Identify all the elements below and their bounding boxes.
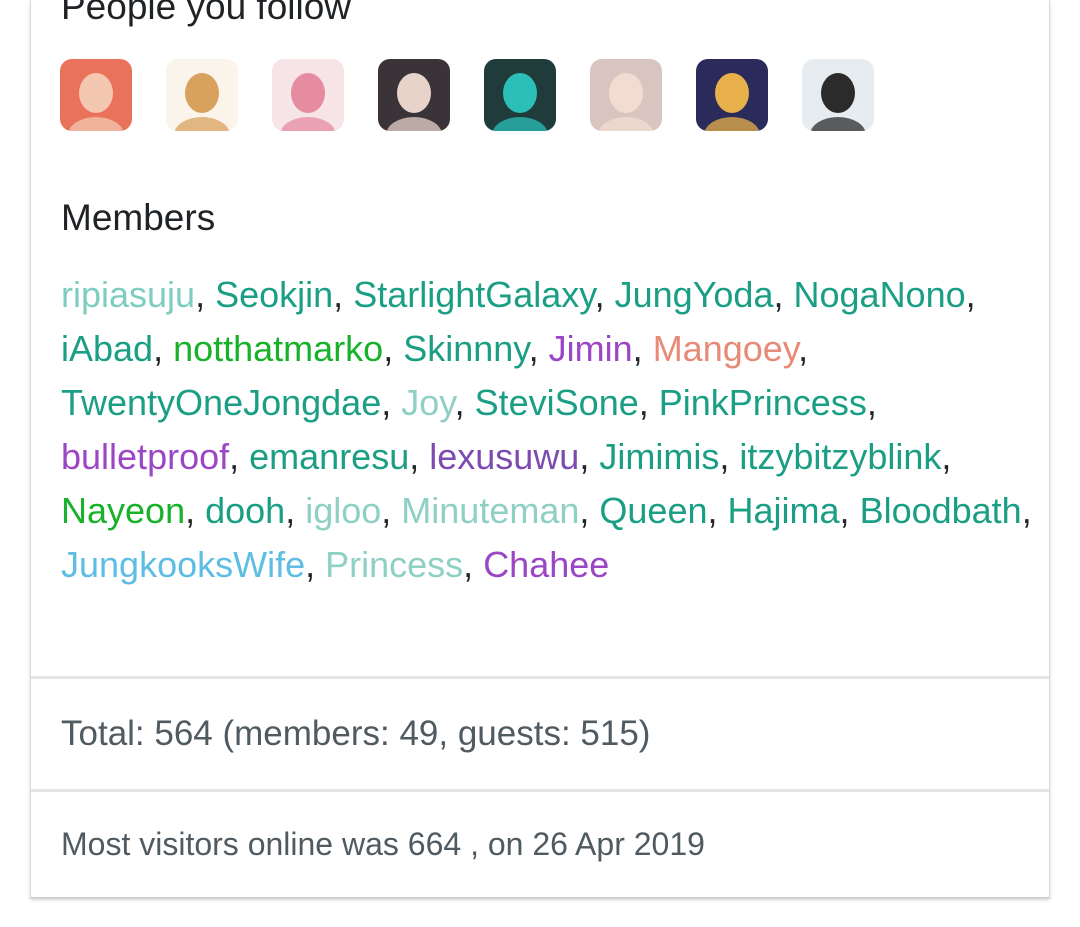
member-separator: , <box>333 274 354 315</box>
member-separator: , <box>638 382 659 423</box>
member-link[interactable]: SteviSone <box>475 382 639 423</box>
member-link[interactable]: Jimimis <box>599 436 719 477</box>
member-link[interactable]: Skinnny <box>403 328 528 369</box>
girl-portrait-avatar[interactable] <box>590 59 662 131</box>
member-link[interactable]: Joy <box>401 382 454 423</box>
member-link[interactable]: Bloodbath <box>860 490 1022 531</box>
red-haired-girl-avatar[interactable] <box>60 59 132 131</box>
member-separator: , <box>185 490 206 531</box>
member-link[interactable]: Queen <box>599 490 707 531</box>
member-separator: , <box>409 436 430 477</box>
members-list: ripiasuju, Seokjin, StarlightGalaxy, Jun… <box>61 268 1036 592</box>
member-separator: , <box>632 328 653 369</box>
member-link[interactable]: dooh <box>205 490 285 531</box>
member-separator: , <box>305 544 326 585</box>
member-separator: , <box>463 544 484 585</box>
divider <box>31 789 1049 792</box>
member-link[interactable]: ripiasuju <box>61 274 195 315</box>
member-separator: , <box>454 382 475 423</box>
member-separator: , <box>528 328 549 369</box>
member-separator: , <box>941 436 952 477</box>
member-separator: , <box>839 490 860 531</box>
member-link[interactable]: iAbad <box>61 328 153 369</box>
member-link[interactable]: itzybitzyblink <box>739 436 941 477</box>
member-link[interactable]: Minuteman <box>401 490 579 531</box>
member-separator: , <box>383 328 404 369</box>
member-separator: , <box>1021 490 1032 531</box>
member-separator: , <box>773 274 794 315</box>
member-separator: , <box>229 436 250 477</box>
member-separator: , <box>798 328 809 369</box>
member-separator: , <box>381 382 402 423</box>
member-separator: , <box>153 328 174 369</box>
member-link[interactable]: TwentyOneJongdae <box>61 382 381 423</box>
member-link[interactable]: JungkooksWife <box>61 544 305 585</box>
member-link[interactable]: igloo <box>305 490 381 531</box>
member-link[interactable]: notthatmarko <box>173 328 383 369</box>
teal-haired-boy-avatar[interactable] <box>484 59 556 131</box>
member-link[interactable]: emanresu <box>249 436 409 477</box>
member-link[interactable]: Princess <box>325 544 463 585</box>
online-users-card: People you follow Members ripiasuju, Seo… <box>30 0 1050 898</box>
member-separator: , <box>594 274 615 315</box>
dark-haired-girl-avatar[interactable] <box>378 59 450 131</box>
member-link[interactable]: StarlightGalaxy <box>353 274 594 315</box>
member-separator: , <box>381 490 402 531</box>
member-separator: , <box>866 382 877 423</box>
member-separator: , <box>707 490 728 531</box>
pink-lips-avatar[interactable] <box>272 59 344 131</box>
member-link[interactable]: Hajima <box>728 490 840 531</box>
member-separator: , <box>965 274 976 315</box>
member-separator: , <box>579 436 600 477</box>
member-separator: , <box>579 490 600 531</box>
most-visitors-text: Most visitors online was 664 , on 26 Apr… <box>61 826 705 862</box>
member-link[interactable]: Jimin <box>549 328 633 369</box>
total-online-text: Total: 564 (members: 49, guests: 515) <box>61 714 651 753</box>
member-separator: , <box>719 436 740 477</box>
anime-boy-avatar[interactable] <box>696 59 768 131</box>
member-link[interactable]: lexusuwu <box>429 436 579 477</box>
member-separator: , <box>285 490 306 531</box>
member-link[interactable]: JungYoda <box>615 274 774 315</box>
member-separator: , <box>195 274 216 315</box>
divider <box>31 676 1049 679</box>
member-link[interactable]: NogaNono <box>794 274 966 315</box>
members-heading: Members <box>61 197 216 238</box>
member-link[interactable]: Seokjin <box>215 274 333 315</box>
member-link[interactable]: bulletproof <box>61 436 229 477</box>
anime-chibi-girl-avatar[interactable] <box>166 59 238 131</box>
member-link[interactable]: PinkPrincess <box>659 382 867 423</box>
boy-portrait-avatar[interactable] <box>802 59 874 131</box>
member-link[interactable]: Nayeon <box>61 490 185 531</box>
member-link[interactable]: Mangoey <box>653 328 798 369</box>
people-you-follow-heading: People you follow <box>61 0 352 27</box>
member-link[interactable]: Chahee <box>483 544 609 585</box>
